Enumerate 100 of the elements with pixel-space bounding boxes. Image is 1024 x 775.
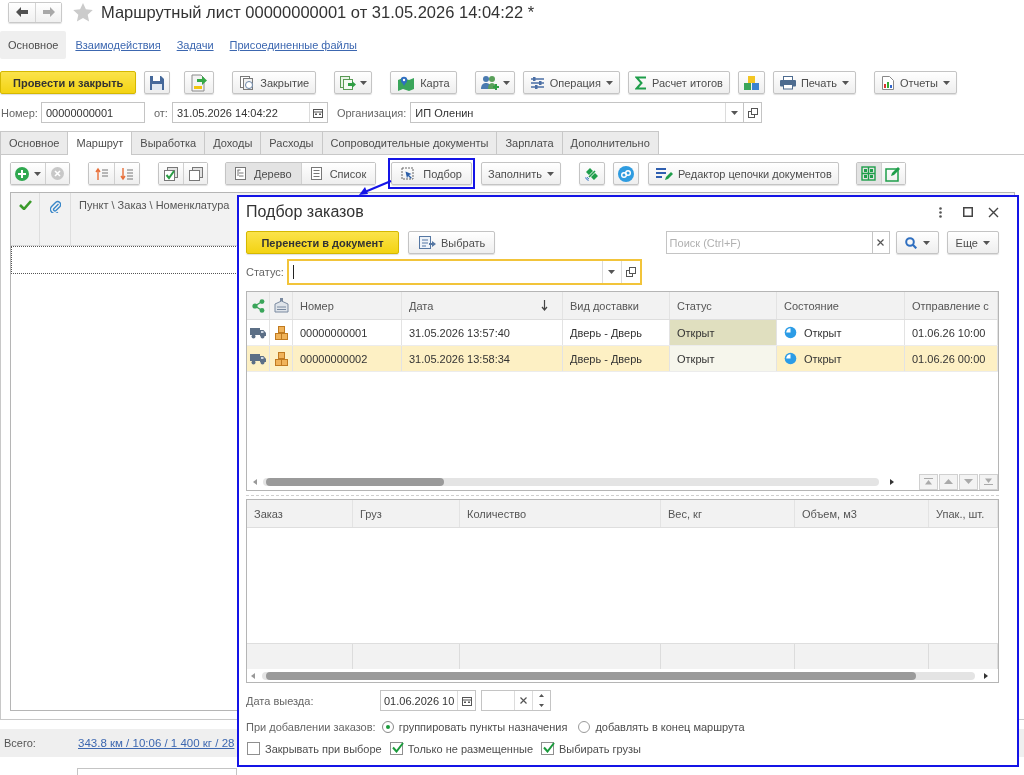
column-header[interactable]: Количество bbox=[460, 500, 661, 527]
tab[interactable]: Выработка bbox=[131, 131, 206, 154]
checkbox[interactable] bbox=[541, 742, 554, 755]
fill-button[interactable]: Заполнить bbox=[481, 162, 561, 185]
state-text: Открыт bbox=[804, 352, 842, 365]
caret-icon bbox=[983, 240, 990, 245]
tab[interactable]: Расходы bbox=[260, 131, 323, 154]
open-button[interactable] bbox=[744, 102, 763, 123]
documents-dropdown-button[interactable] bbox=[334, 71, 373, 94]
more-icon[interactable] bbox=[939, 206, 942, 218]
radio-label[interactable]: добавлять в конец маршрута bbox=[595, 720, 745, 733]
tab[interactable]: Основное bbox=[0, 131, 69, 154]
move-down-icon bbox=[120, 166, 134, 181]
time-field[interactable] bbox=[481, 690, 551, 711]
date-field[interactable]: 31.05.2026 14:04:22 bbox=[171, 102, 328, 123]
organization-field[interactable]: ИП Оленин bbox=[410, 102, 745, 123]
layout-toggle-button[interactable] bbox=[856, 163, 881, 184]
reports-button[interactable]: Отчеты bbox=[873, 71, 957, 94]
close-icon[interactable] bbox=[988, 206, 999, 218]
save-button[interactable] bbox=[144, 71, 171, 94]
more-button[interactable]: Еще bbox=[946, 231, 999, 254]
chain-editor-button[interactable]: Редактор цепочки документов bbox=[648, 162, 839, 185]
print-button[interactable]: Печать bbox=[772, 71, 856, 94]
checkbox-label[interactable]: Закрывать при выборе bbox=[265, 742, 382, 755]
view-mode-button[interactable]: Список bbox=[300, 163, 376, 184]
calendar-icon bbox=[461, 695, 472, 706]
tab[interactable]: Доходы bbox=[204, 131, 262, 154]
operation-button[interactable]: Операция bbox=[522, 71, 620, 94]
search-button[interactable] bbox=[895, 231, 939, 254]
layout-toggle-button[interactable] bbox=[880, 163, 905, 184]
departure-time: 01.06.26 00:00 bbox=[905, 346, 998, 371]
map-icon bbox=[397, 74, 416, 91]
column-header[interactable]: Отправление с bbox=[905, 292, 998, 319]
section-tab[interactable]: Задачи bbox=[168, 31, 222, 59]
view-mode-button[interactable]: Дерево bbox=[226, 163, 301, 184]
add-button[interactable] bbox=[11, 163, 45, 184]
previous-row-button[interactable] bbox=[939, 473, 958, 490]
map-button[interactable]: Карта bbox=[390, 71, 457, 94]
column-header[interactable]: Номер bbox=[293, 292, 402, 319]
column-header[interactable]: Состояние bbox=[777, 292, 905, 319]
section-tab[interactable]: Присоединенные файлы bbox=[221, 31, 365, 59]
users-dropdown-button[interactable] bbox=[474, 71, 515, 94]
column-header[interactable]: Упак., шт. bbox=[929, 500, 998, 527]
checkbox-label[interactable]: Выбирать грузы bbox=[559, 742, 641, 755]
link-button[interactable] bbox=[613, 162, 639, 185]
column-header[interactable]: Груз bbox=[353, 500, 460, 527]
totals-button[interactable]: Расчет итогов bbox=[627, 71, 730, 94]
satellite-button[interactable] bbox=[579, 162, 605, 185]
number-field[interactable]: 00000000001 bbox=[40, 102, 145, 123]
status-field[interactable] bbox=[286, 259, 642, 285]
post-and-close-button[interactable]: Провести и закрыть bbox=[0, 71, 137, 94]
spinner-arrows-icon bbox=[539, 694, 544, 707]
check-all-button[interactable] bbox=[159, 163, 183, 184]
calendar-button[interactable] bbox=[457, 691, 475, 710]
delete-icon bbox=[51, 167, 64, 180]
column-header[interactable]: Дата bbox=[402, 292, 563, 319]
caret-icon bbox=[608, 270, 616, 274]
radio-button[interactable] bbox=[381, 720, 394, 733]
tab[interactable]: Зарплата bbox=[496, 131, 563, 154]
first-row-button[interactable] bbox=[919, 473, 938, 490]
order-row[interactable]: 00000000002 31.05.2026 13:58:34 Дверь - Дверь Открыт Открыт 01.06.26 00:00 bbox=[247, 346, 998, 372]
pick-button[interactable]: Подбор bbox=[391, 162, 472, 185]
maximize-icon[interactable] bbox=[963, 207, 973, 217]
checkbox[interactable] bbox=[389, 742, 403, 755]
radio-label[interactable]: группировать пункты назначения bbox=[398, 720, 568, 733]
tab[interactable]: Сопроводительные документы bbox=[321, 131, 498, 154]
column-header[interactable]: Вес, кг bbox=[661, 500, 795, 527]
caret-icon bbox=[605, 80, 613, 85]
document-arrow-button[interactable] bbox=[184, 71, 215, 94]
star-icon[interactable] bbox=[73, 2, 93, 22]
totals-link[interactable]: 343.8 км / 10:06 / 1 400 кг / 28 bbox=[78, 737, 235, 749]
cubes-button[interactable] bbox=[737, 71, 765, 94]
warehouse-icon bbox=[273, 298, 289, 313]
move-down-button[interactable] bbox=[114, 163, 139, 184]
column-header[interactable]: Вид доставки bbox=[563, 292, 670, 319]
section-tab[interactable]: Основное bbox=[0, 31, 67, 59]
column-header[interactable]: Статус bbox=[670, 292, 777, 319]
next-row-button[interactable] bbox=[959, 473, 978, 490]
chain-link-icon bbox=[618, 165, 634, 182]
select-button[interactable]: Выбрать bbox=[408, 231, 496, 254]
last-row-button[interactable] bbox=[979, 473, 998, 490]
search-field[interactable]: Поиск (Ctrl+F) bbox=[665, 231, 872, 254]
column-header[interactable]: Заказ bbox=[247, 500, 353, 527]
back-button[interactable] bbox=[9, 2, 35, 22]
move-up-button[interactable] bbox=[89, 163, 114, 184]
checkbox[interactable] bbox=[247, 742, 260, 755]
tab[interactable]: Маршрут bbox=[67, 131, 133, 155]
uncheck-all-button[interactable] bbox=[183, 163, 207, 184]
departure-date-field[interactable]: 01.06.2026 10 bbox=[380, 690, 476, 711]
radio-button[interactable] bbox=[578, 720, 591, 733]
sliders-icon bbox=[529, 75, 545, 90]
date-label: от: bbox=[153, 106, 168, 119]
transfer-button[interactable]: Перенести в документ bbox=[246, 231, 399, 254]
tab[interactable]: Дополнительно bbox=[561, 131, 659, 154]
caret-icon bbox=[34, 171, 41, 176]
section-tab[interactable]: Взаимодействия bbox=[67, 31, 169, 59]
last-arrow-icon bbox=[984, 478, 993, 485]
checkbox-label[interactable]: Только не размещенные bbox=[407, 742, 533, 755]
closing-button[interactable]: Закрытие bbox=[232, 71, 317, 94]
column-header[interactable]: Объем, м3 bbox=[795, 500, 929, 527]
